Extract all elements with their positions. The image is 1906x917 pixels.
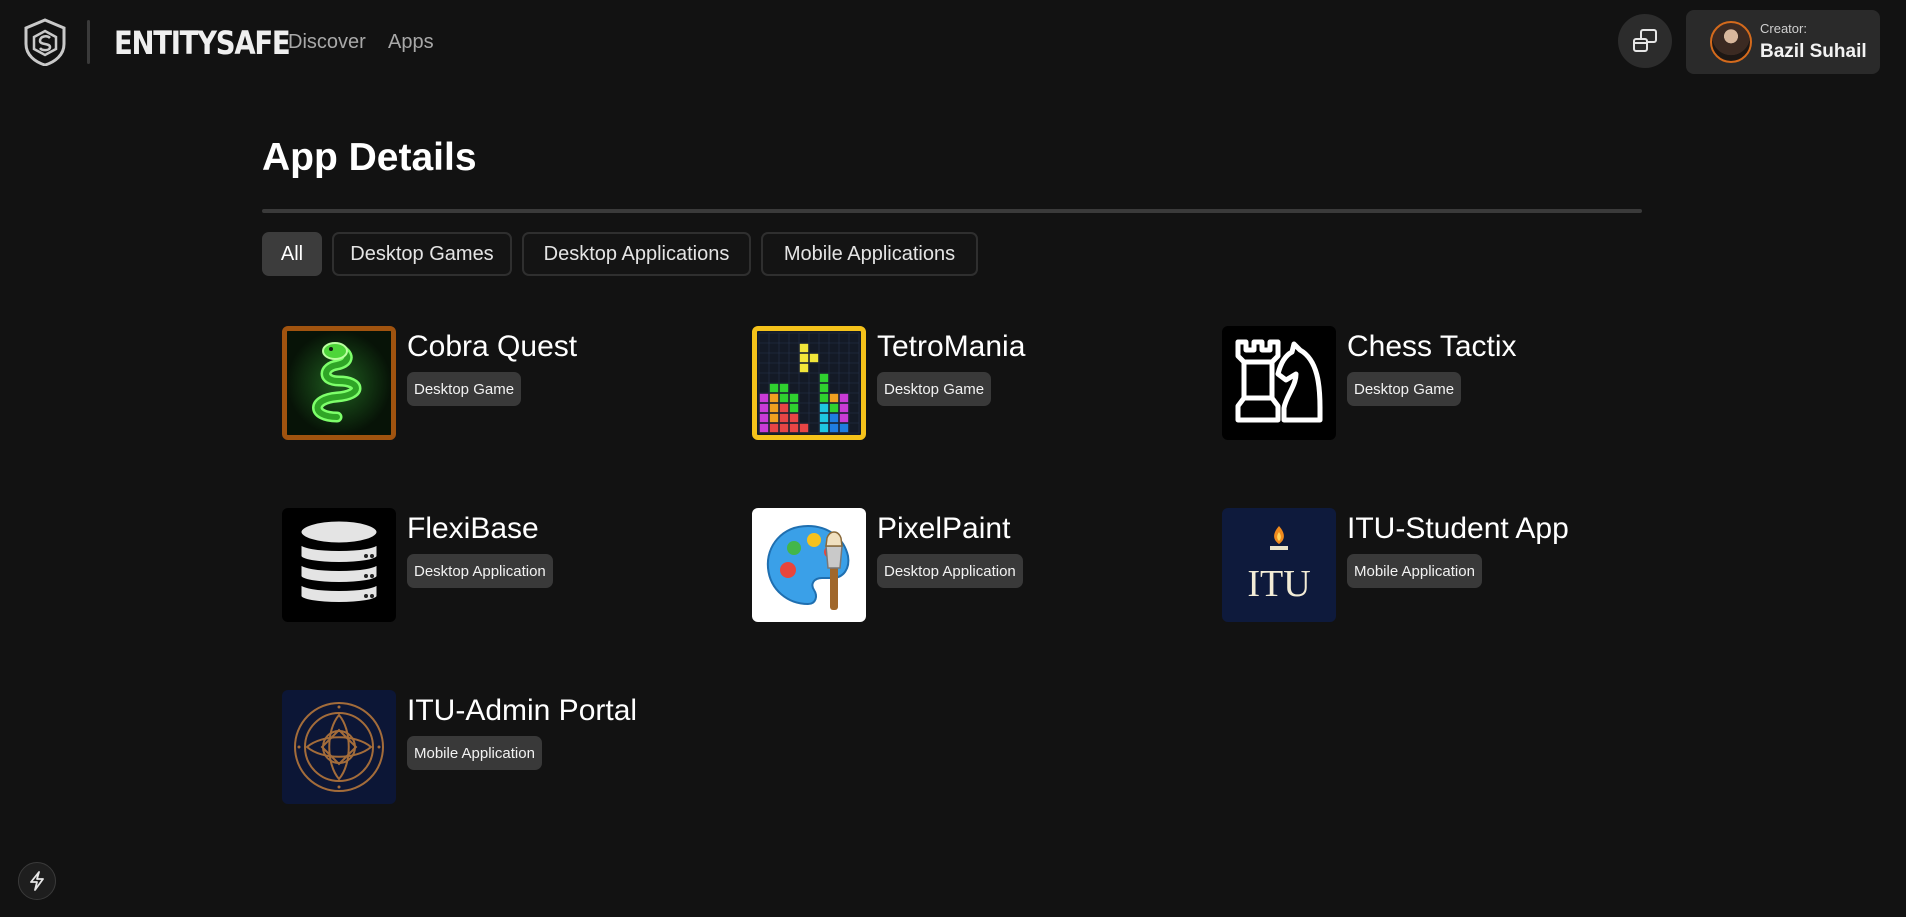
paint-palette-icon: [752, 508, 866, 622]
app-card-flexibase[interactable]: FlexiBase Desktop Application: [282, 508, 722, 622]
app-name: ITU-Student App: [1347, 512, 1569, 545]
database-icon: [282, 508, 396, 622]
itu-logo-text: ITU: [1247, 563, 1310, 605]
itu-logo-icon: ITU: [1222, 508, 1336, 622]
brand-name[interactable]: ENTITYSAFE: [114, 24, 291, 62]
page-title: App Details: [262, 136, 477, 179]
app-category-badge: Desktop Application: [877, 554, 1023, 588]
tetris-blocks-icon: [752, 326, 866, 440]
app-name: FlexiBase: [407, 512, 539, 545]
app-card-tetromania[interactable]: TetroMania Desktop Game: [752, 326, 1192, 440]
quick-action-button[interactable]: [18, 862, 56, 900]
top-navigation-bar: ENTITYSAFE Discover Apps Creator: Bazil …: [0, 0, 1906, 86]
creator-profile-card[interactable]: Creator: Bazil Suhail: [1686, 10, 1880, 74]
creator-label: Creator:: [1760, 21, 1807, 36]
app-name: PixelPaint: [877, 512, 1011, 545]
app-category-badge: Mobile Application: [1347, 554, 1482, 588]
app-category-badge: Desktop Game: [877, 372, 992, 406]
windows-icon: [1633, 29, 1657, 52]
app-name: TetroMania: [877, 330, 1026, 363]
app-name: ITU-Admin Portal: [407, 694, 638, 727]
app-name: Cobra Quest: [407, 330, 578, 363]
app-category-badge: Desktop Game: [1347, 372, 1462, 406]
avatar: [1710, 21, 1752, 63]
app-category-badge: Desktop Application: [407, 554, 553, 588]
lightning-bolt-icon: [30, 871, 44, 891]
filter-desktop-applications[interactable]: Desktop Applications: [522, 232, 751, 276]
filter-desktop-games[interactable]: Desktop Games: [332, 232, 512, 276]
itu-seal-icon: [282, 690, 396, 804]
app-name: Chess Tactix: [1347, 330, 1517, 363]
creator-name: Bazil Suhail: [1760, 41, 1867, 62]
nav-discover[interactable]: Discover: [288, 31, 366, 54]
app-category-badge: Mobile Application: [407, 736, 542, 770]
app-card-cobra-quest[interactable]: Cobra Quest Desktop Game: [282, 326, 722, 440]
filter-mobile-applications[interactable]: Mobile Applications: [761, 232, 978, 276]
app-card-chess-tactix[interactable]: Chess Tactix Desktop Game: [1222, 326, 1662, 440]
title-divider: [262, 209, 1642, 213]
snake-icon: [282, 326, 396, 440]
entitysafe-logo-icon[interactable]: [22, 18, 68, 67]
logo-divider: [87, 20, 90, 64]
window-switch-button[interactable]: [1618, 14, 1672, 68]
chess-rook-knight-icon: [1222, 326, 1336, 440]
app-card-pixelpaint[interactable]: PixelPaint Desktop Application: [752, 508, 1192, 622]
app-card-itu-student-app[interactable]: ITU ITU-Student App Mobile Application: [1222, 508, 1662, 622]
app-card-itu-admin-portal[interactable]: ITU-Admin Portal Mobile Application: [282, 690, 722, 804]
app-category-badge: Desktop Game: [407, 372, 522, 406]
nav-apps[interactable]: Apps: [388, 31, 434, 54]
filter-all[interactable]: All: [262, 232, 322, 276]
